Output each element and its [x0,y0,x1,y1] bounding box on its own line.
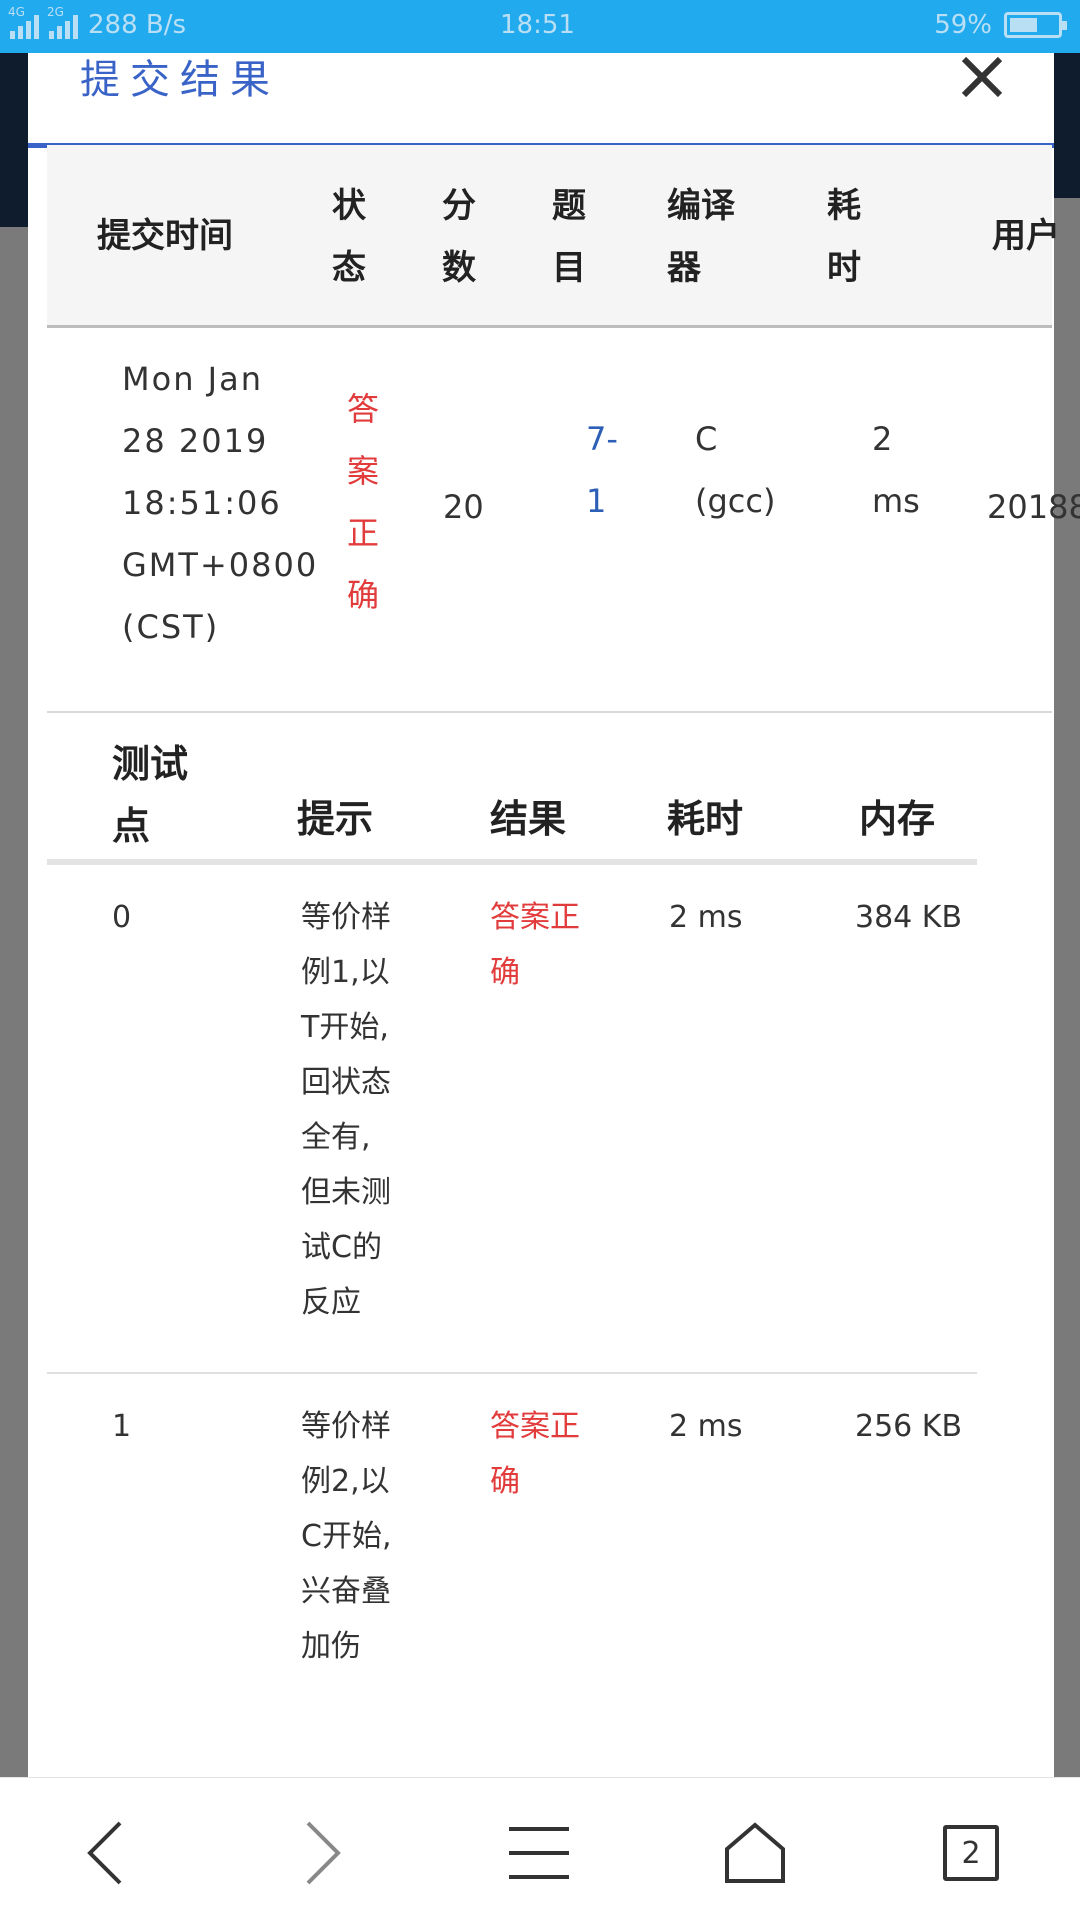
header-hint: 提示 [297,797,374,841]
status-bar: 4G 2G 288 B/s 18:51 59% [0,0,1080,53]
test-point-hint: 等价样 例1,以 T开始, 回状态 全有, 但未测 试C的 反应 [301,890,391,1330]
submit-time-line: 28 2019 [122,422,269,460]
network-speed: 288 B/s [88,10,187,40]
test-point-memory: 256 KB [855,1409,963,1444]
user-value: 20188 [987,488,1080,526]
hint-line: 试C的 [301,1230,382,1265]
test-points-table: 测试 点 提示 结果 耗时 内存 0 等价样 例1,以 T开始, 回状态 全有,… [47,710,977,1694]
battery-icon [1004,12,1067,38]
menu-icon [509,1827,569,1879]
home-icon [725,1822,785,1883]
battery-percent: 59% [934,10,992,40]
score-value: 20 [443,488,484,526]
test-point-hint: 等价样 例2,以 C开始, 兴奋叠 加伤 [301,1399,391,1674]
browser-bottom-nav: 2 [0,1777,1080,1920]
compiler-line: C [695,420,718,458]
hint-line: 全有, [301,1120,371,1155]
test-point-result: 答案正 确 [490,1399,580,1509]
home-button[interactable] [720,1818,790,1888]
submit-time-line: (CST) [122,608,220,646]
chevron-left-icon [87,1821,122,1885]
header-test-point-line: 点 [112,804,151,848]
elapsed-value: 2 ms [872,408,920,532]
network-2g-label: 2G [47,5,64,19]
background-page-edge-right [1054,53,1080,198]
signal-4g-icon: 4G [8,5,39,39]
hint-line: 等价样 [301,900,391,935]
hint-line: 加伤 [301,1629,361,1664]
hint-line: 等价样 [301,1409,391,1444]
header-problem: 题目 [552,186,586,288]
problem-link[interactable]: 7-1 [586,408,626,532]
hint-line: 反应 [301,1285,361,1320]
hint-line: T开始, [301,1010,389,1045]
network-4g-label: 4G [8,5,25,19]
test-point-elapsed: 2 ms [669,900,743,935]
modal-title: 提交结果 [80,57,280,103]
compiler-value: C (gcc) [695,408,775,532]
test-points-header: 测试 点 提示 结果 耗时 内存 [47,710,977,865]
test-point-id: 0 [112,900,132,935]
submission-row: Mon Jan 28 2019 18:51:06 GMT+0800 (CST) … [47,328,1080,713]
elapsed-line: 2 [872,420,893,458]
compiler-line: (gcc) [695,482,776,520]
result-line: 确 [490,1464,520,1499]
header-tp-elapsed: 耗时 [667,797,744,841]
background-page-edge [0,53,28,227]
header-memory: 内存 [859,797,936,841]
status-left: 4G 2G 288 B/s [8,5,187,40]
chevron-right-icon [306,1821,341,1885]
tabs-button[interactable]: 2 [936,1818,1006,1888]
header-score: 分数 [442,186,476,288]
test-point-row: 0 等价样 例1,以 T开始, 回状态 全有, 但未测 试C的 反应 答案正 确… [47,865,977,1374]
header-user: 用户 [992,216,1060,256]
header-elapsed: 耗时 [827,186,861,288]
test-point-row: 1 等价样 例2,以 C开始, 兴奋叠 加伤 答案正 确 2 ms 256 KB [47,1374,977,1694]
hint-line: 例2,以 [301,1464,390,1499]
test-point-id: 1 [112,1409,132,1444]
result-line: 确 [490,955,520,990]
hint-line: 例1,以 [301,955,390,990]
status-value: 答案正确 [347,390,380,614]
elapsed-line: ms [872,482,920,520]
status-right: 59% [934,10,1067,40]
signal-2g-icon: 2G [47,5,78,39]
menu-button[interactable] [504,1818,574,1888]
test-point-elapsed: 2 ms [669,1409,743,1444]
header-test-point: 测试 点 [112,733,188,857]
header-test-point-line: 测试 [112,742,189,786]
test-point-memory: 384 KB [855,900,963,935]
back-button[interactable] [70,1818,140,1888]
hint-line: 但未测 [301,1175,391,1210]
result-line: 答案正 [490,1409,580,1444]
forward-button[interactable] [288,1818,358,1888]
close-icon[interactable] [960,55,1004,99]
modal-header: 提交结果 [28,53,1054,148]
result-line: 答案正 [490,900,580,935]
submission-table: 提交时间 状态 分数 题目 编译器 耗时 用户 Mon Jan 28 2019 … [47,145,1080,713]
submission-table-header: 提交时间 状态 分数 题目 编译器 耗时 用户 [47,145,1060,328]
header-status: 状态 [332,186,366,288]
header-result: 结果 [490,797,567,841]
header-compiler: 编译器 [667,186,735,288]
submit-time-line: Mon Jan [122,360,263,398]
submit-time: Mon Jan 28 2019 18:51:06 GMT+0800 (CST) [122,348,318,658]
submit-time-line: GMT+0800 [122,546,319,584]
hint-line: 回状态 [301,1065,391,1100]
tab-count: 2 [961,1835,981,1871]
submit-time-line: 18:51:06 [122,484,282,522]
status-time: 18:51 [500,10,575,40]
tabs-icon: 2 [943,1825,999,1881]
hint-line: C开始, [301,1519,392,1554]
header-submit-time: 提交时间 [97,216,233,256]
hint-line: 兴奋叠 [301,1574,391,1609]
test-point-result: 答案正 确 [490,890,580,1000]
